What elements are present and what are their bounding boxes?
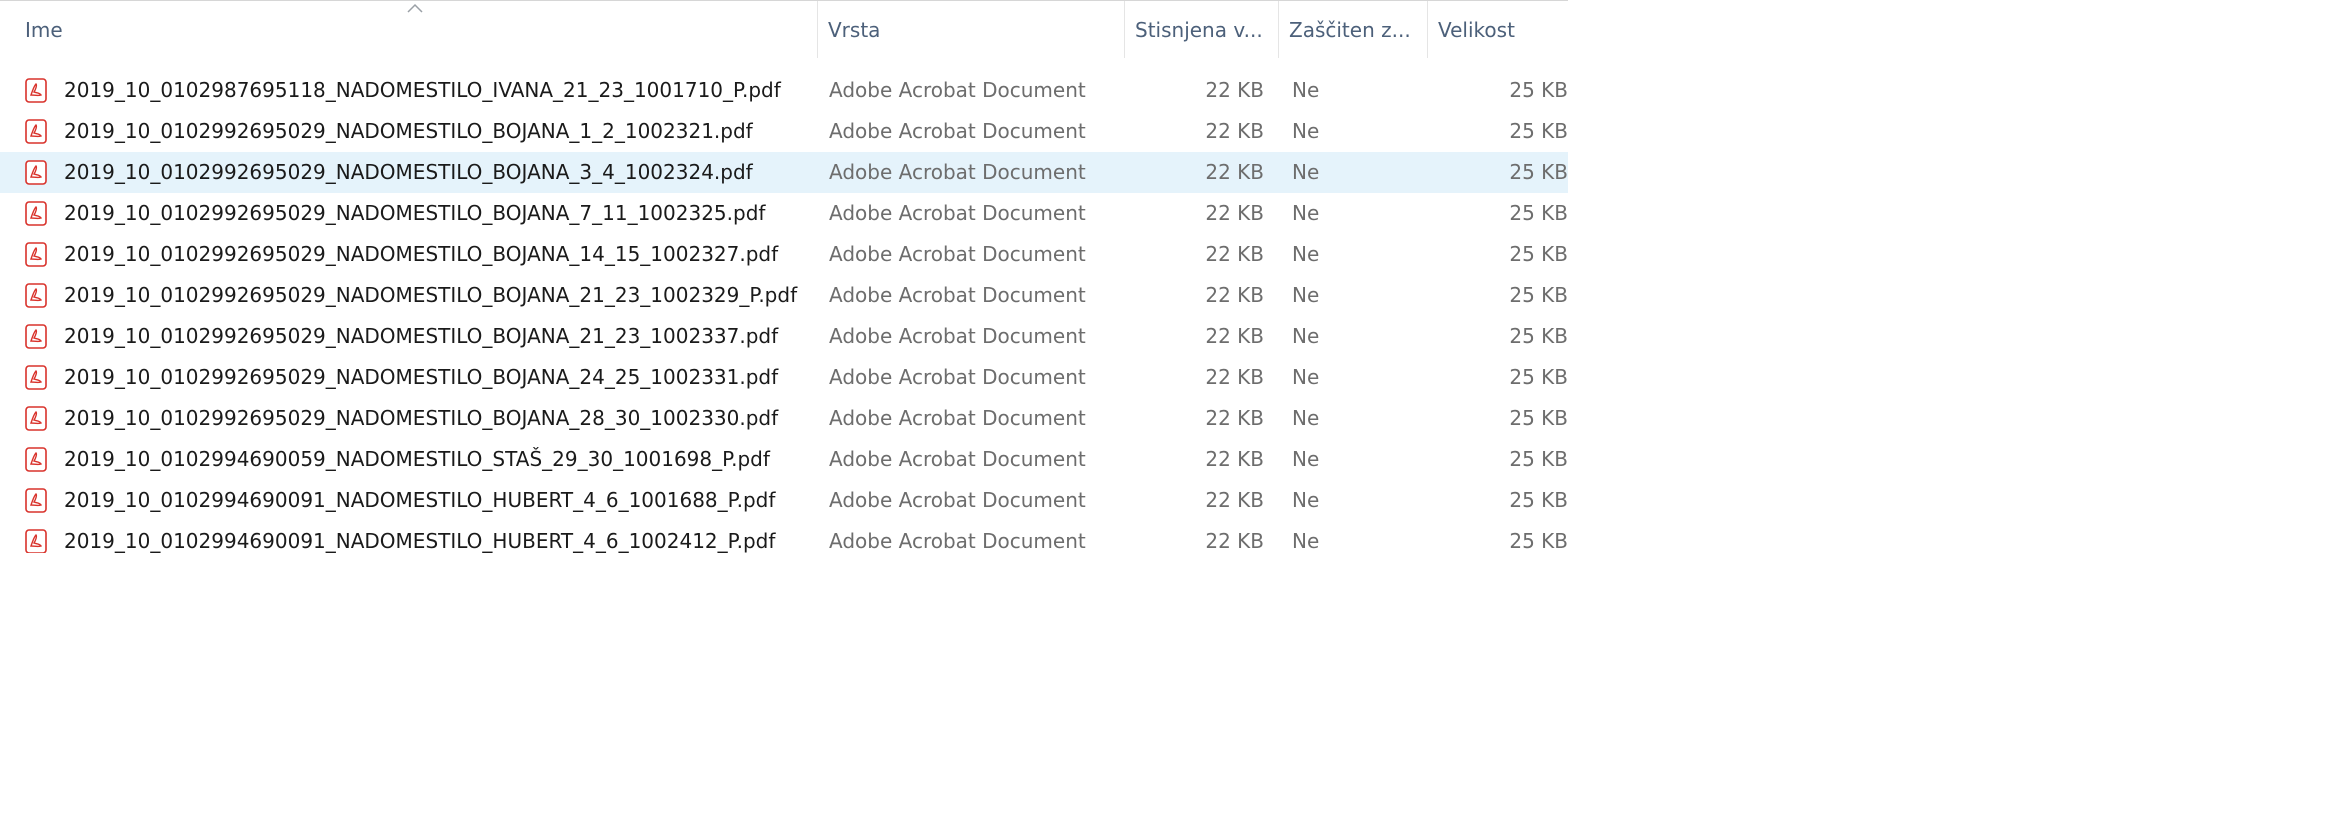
file-size: 25 KB xyxy=(1509,529,1568,553)
file-protected: Ne xyxy=(1292,365,1320,389)
file-type: Adobe Acrobat Document xyxy=(829,406,1086,430)
file-type: Adobe Acrobat Document xyxy=(829,78,1086,102)
file-compressed-size: 22 KB xyxy=(1205,119,1264,143)
file-protected: Ne xyxy=(1292,283,1320,307)
file-protected: Ne xyxy=(1292,529,1320,553)
file-compressed-size: 22 KB xyxy=(1205,242,1264,266)
column-header-compressed-size[interactable]: Stisnjena v... xyxy=(1124,1,1277,58)
file-protected: Ne xyxy=(1292,119,1320,143)
file-type: Adobe Acrobat Document xyxy=(829,529,1086,553)
file-protected: Ne xyxy=(1292,160,1320,184)
file-row[interactable]: 2019_10_0102992695029_NADOMESTILO_BOJANA… xyxy=(0,357,1568,398)
pdf-file-icon xyxy=(25,283,47,308)
file-protected: Ne xyxy=(1292,488,1320,512)
file-size: 25 KB xyxy=(1509,488,1568,512)
file-row[interactable]: 2019_10_0102992695029_NADOMESTILO_BOJANA… xyxy=(0,275,1568,316)
file-compressed-size: 22 KB xyxy=(1205,529,1264,553)
file-row[interactable]: 2019_10_0102994690091_NADOMESTILO_HUBERT… xyxy=(0,480,1568,521)
file-row[interactable]: 2019_10_0102992695029_NADOMESTILO_BOJANA… xyxy=(0,111,1568,152)
file-protected: Ne xyxy=(1292,201,1320,225)
file-row[interactable]: 2019_10_0102987695118_NADOMESTILO_IVANA_… xyxy=(0,70,1568,111)
file-size: 25 KB xyxy=(1509,78,1568,102)
pdf-file-icon xyxy=(25,406,47,431)
pdf-file-icon xyxy=(25,324,47,349)
file-type: Adobe Acrobat Document xyxy=(829,365,1086,389)
file-type: Adobe Acrobat Document xyxy=(829,447,1086,471)
file-type: Adobe Acrobat Document xyxy=(829,119,1086,143)
file-protected: Ne xyxy=(1292,324,1320,348)
pdf-file-icon xyxy=(25,201,47,226)
column-header-protected[interactable]: Zaščiten z... xyxy=(1278,1,1426,58)
pdf-file-icon xyxy=(25,242,47,267)
file-name: 2019_10_0102994690091_NADOMESTILO_HUBERT… xyxy=(64,488,776,512)
file-compressed-size: 22 KB xyxy=(1205,447,1264,471)
file-list: 2019_10_0102987695118_NADOMESTILO_IVANA_… xyxy=(0,70,1568,553)
file-row[interactable]: 2019_10_0102992695029_NADOMESTILO_BOJANA… xyxy=(0,193,1568,234)
file-protected: Ne xyxy=(1292,78,1320,102)
file-compressed-size: 22 KB xyxy=(1205,160,1264,184)
file-size: 25 KB xyxy=(1509,242,1568,266)
column-header-row: Ime Vrsta Stisnjena v... Zaščiten z... V… xyxy=(0,0,1568,58)
pdf-file-icon xyxy=(25,119,47,144)
file-compressed-size: 22 KB xyxy=(1205,201,1264,225)
column-header-type[interactable]: Vrsta xyxy=(817,1,1123,58)
file-name: 2019_10_0102992695029_NADOMESTILO_BOJANA… xyxy=(64,283,798,307)
file-size: 25 KB xyxy=(1509,406,1568,430)
file-size: 25 KB xyxy=(1509,283,1568,307)
file-size: 25 KB xyxy=(1509,365,1568,389)
file-name: 2019_10_0102994690091_NADOMESTILO_HUBERT… xyxy=(64,529,776,553)
file-protected: Ne xyxy=(1292,242,1320,266)
file-type: Adobe Acrobat Document xyxy=(829,324,1086,348)
pdf-file-icon xyxy=(25,529,47,553)
pdf-file-icon xyxy=(25,160,47,185)
file-name: 2019_10_0102992695029_NADOMESTILO_BOJANA… xyxy=(64,406,779,430)
pdf-file-icon xyxy=(25,447,47,472)
file-name: 2019_10_0102992695029_NADOMESTILO_BOJANA… xyxy=(64,365,779,389)
file-compressed-size: 22 KB xyxy=(1205,488,1264,512)
file-compressed-size: 22 KB xyxy=(1205,406,1264,430)
pdf-file-icon xyxy=(25,488,47,513)
file-explorer-list: Ime Vrsta Stisnjena v... Zaščiten z... V… xyxy=(0,0,1568,553)
pdf-file-icon xyxy=(25,78,47,103)
file-compressed-size: 22 KB xyxy=(1205,78,1264,102)
file-type: Adobe Acrobat Document xyxy=(829,160,1086,184)
file-size: 25 KB xyxy=(1509,447,1568,471)
file-compressed-size: 22 KB xyxy=(1205,324,1264,348)
file-row[interactable]: 2019_10_0102994690059_NADOMESTILO_STAŠ_2… xyxy=(0,439,1568,480)
file-name: 2019_10_0102992695029_NADOMESTILO_BOJANA… xyxy=(64,324,779,348)
file-compressed-size: 22 KB xyxy=(1205,365,1264,389)
file-size: 25 KB xyxy=(1509,160,1568,184)
file-size: 25 KB xyxy=(1509,201,1568,225)
file-type: Adobe Acrobat Document xyxy=(829,201,1086,225)
file-name: 2019_10_0102994690059_NADOMESTILO_STAŠ_2… xyxy=(64,447,770,471)
file-row[interactable]: 2019_10_0102994690091_NADOMESTILO_HUBERT… xyxy=(0,521,1568,553)
file-size: 25 KB xyxy=(1509,324,1568,348)
file-row[interactable]: 2019_10_0102992695029_NADOMESTILO_BOJANA… xyxy=(0,152,1568,193)
file-protected: Ne xyxy=(1292,406,1320,430)
file-protected: Ne xyxy=(1292,447,1320,471)
file-name: 2019_10_0102992695029_NADOMESTILO_BOJANA… xyxy=(64,242,779,266)
file-size: 25 KB xyxy=(1509,119,1568,143)
file-type: Adobe Acrobat Document xyxy=(829,242,1086,266)
file-name: 2019_10_0102992695029_NADOMESTILO_BOJANA… xyxy=(64,119,753,143)
column-header-name[interactable]: Ime xyxy=(15,1,815,58)
file-type: Adobe Acrobat Document xyxy=(829,488,1086,512)
file-name: 2019_10_0102987695118_NADOMESTILO_IVANA_… xyxy=(64,78,781,102)
file-type: Adobe Acrobat Document xyxy=(829,283,1086,307)
pdf-file-icon xyxy=(25,365,47,390)
file-row[interactable]: 2019_10_0102992695029_NADOMESTILO_BOJANA… xyxy=(0,316,1568,357)
file-compressed-size: 22 KB xyxy=(1205,283,1264,307)
file-row[interactable]: 2019_10_0102992695029_NADOMESTILO_BOJANA… xyxy=(0,234,1568,275)
file-name: 2019_10_0102992695029_NADOMESTILO_BOJANA… xyxy=(64,201,766,225)
file-row[interactable]: 2019_10_0102992695029_NADOMESTILO_BOJANA… xyxy=(0,398,1568,439)
file-name: 2019_10_0102992695029_NADOMESTILO_BOJANA… xyxy=(64,160,753,184)
column-header-size[interactable]: Velikost xyxy=(1427,1,1568,58)
